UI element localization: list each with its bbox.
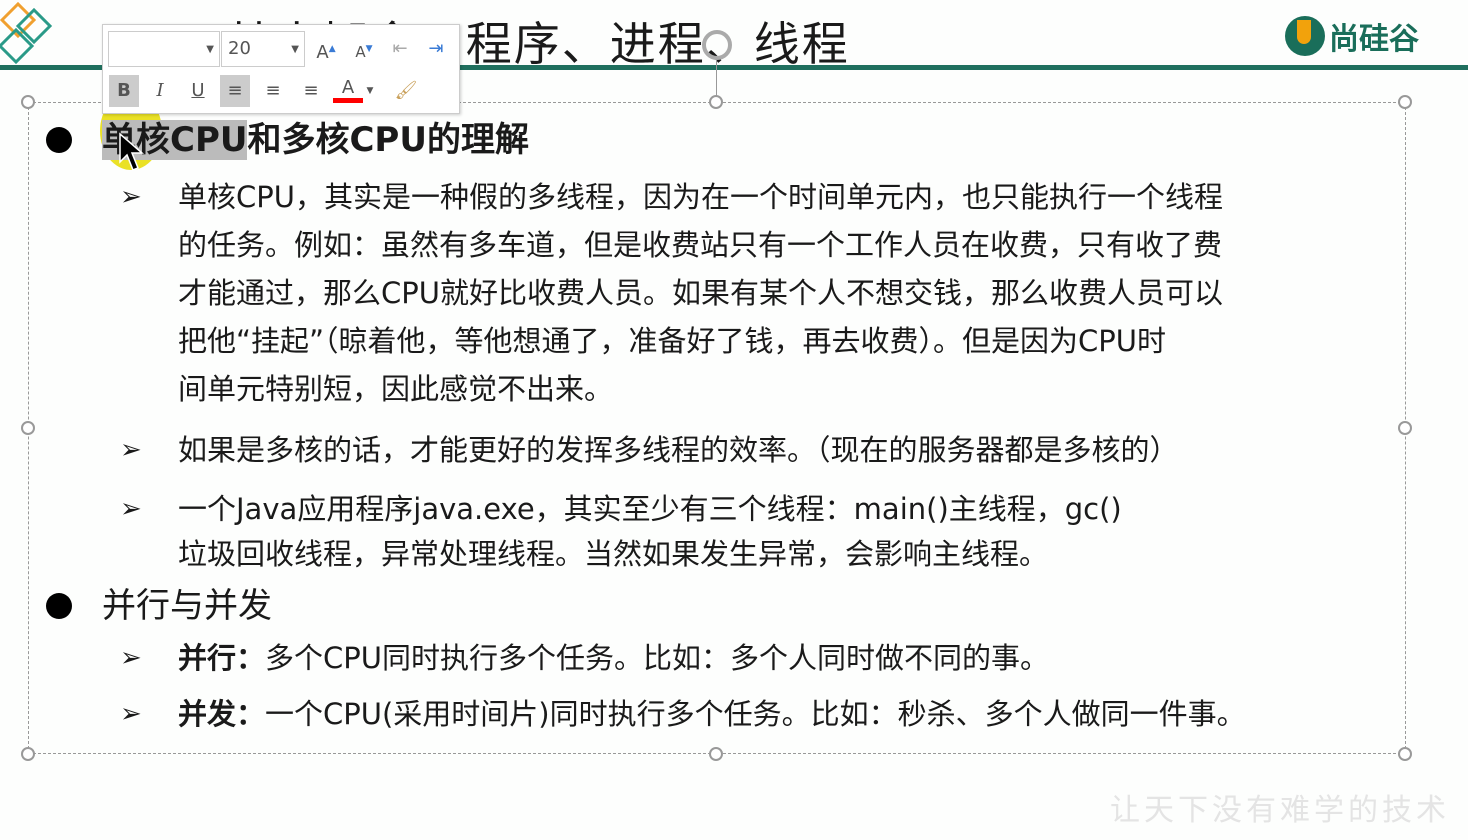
bold-button[interactable]: B: [109, 75, 139, 107]
term: 并发：: [178, 697, 266, 731]
term: 并行：: [178, 641, 266, 675]
line: 才能通过，那么CPU就好比收费人员。如果有某个人不想交钱，那么收费人员可以: [178, 276, 1223, 310]
line: 间单元特别短，因此感觉不出来。: [178, 372, 614, 406]
resize-handle[interactable]: [1398, 421, 1412, 435]
list-item: ➢ 并行：多个CPU同时执行多个任务。比如：多个人同时做不同的事。: [120, 634, 1049, 682]
definition: 一个CPU(采用时间片)同时执行多个任务。比如：秒杀、多个人做同一件事。: [265, 697, 1246, 731]
font-color-button[interactable]: A: [333, 75, 363, 103]
heading-text: 并行与并发: [102, 586, 272, 626]
increase-indent-icon[interactable]: ⇥: [421, 33, 451, 65]
underline-button[interactable]: U: [183, 75, 213, 107]
align-left-icon[interactable]: ≡: [220, 75, 250, 107]
chevron-down-icon: ▼: [206, 44, 214, 55]
list-item: ➢ 单核CPU，其实是一种假的多线程，因为在一个时间单元内，也只能执行一个线程 …: [120, 173, 1223, 413]
arrow-bullet-icon: ➢: [120, 494, 142, 524]
rotate-stem: [716, 60, 717, 96]
mouse-pointer-icon: [119, 132, 144, 171]
list-item: ➢ 并发：一个CPU(采用时间片)同时执行多个任务。比如：秒杀、多个人做同一件事。: [120, 690, 1246, 738]
resize-handle[interactable]: [21, 747, 35, 761]
line: 的任务。例如：虽然有多车道，但是收费站只有一个工作人员在收费，只有收了费: [178, 228, 1223, 262]
font-name-select[interactable]: ▼: [108, 31, 220, 67]
list-item: ➢ 一个Java应用程序java.exe，其实至少有三个线程：main()主线程…: [120, 487, 1122, 577]
decrease-indent-icon[interactable]: ⇤: [385, 33, 415, 65]
line: 垃圾回收线程，异常处理线程。当然如果发生异常，会影响主线程。: [178, 537, 1049, 571]
brand-logo: 尚硅谷: [1285, 14, 1419, 58]
line: 把他“挂起”（晾着他，等他想通了，准备好了钱，再去收费）。但是因为CPU时: [178, 324, 1167, 358]
resize-handle[interactable]: [1398, 747, 1412, 761]
bullet-heading-2: 并行与并发: [46, 578, 272, 627]
resize-handle[interactable]: [709, 95, 723, 109]
logo-text: 尚硅谷: [1329, 22, 1419, 57]
bullet-dot-icon: [46, 127, 72, 153]
line: 如果是多核的话，才能更好的发挥多线程的效率。（现在的服务器都是多核的）: [178, 433, 1179, 467]
align-center-icon[interactable]: ≡: [258, 75, 288, 107]
logo-u-icon: [1285, 16, 1325, 56]
chevron-down-icon[interactable]: ▼: [363, 75, 377, 107]
arrow-bullet-icon: ➢: [120, 435, 142, 465]
definition: 多个CPU同时执行多个任务。比如：多个人同时做不同的事。: [265, 641, 1049, 675]
line: 一个Java应用程序java.exe，其实至少有三个线程：main()主线程，g…: [178, 492, 1122, 526]
font-size-value: 20: [228, 38, 251, 59]
arrow-bullet-icon: ➢: [120, 643, 142, 673]
mini-format-toolbar: ▼ 20 ▼ A▲ A▼ ⇤ ⇥ B I U ≡ ≡ ≡ A ▼ 🖌: [102, 24, 460, 114]
list-item: ➢ 如果是多核的话，才能更好的发挥多线程的效率。（现在的服务器都是多核的）: [120, 426, 1179, 474]
italic-button[interactable]: I: [145, 75, 175, 107]
shrink-font-button[interactable]: A▼: [349, 33, 379, 65]
format-painter-icon[interactable]: 🖌: [391, 75, 421, 107]
line: 单核CPU，其实是一种假的多线程，因为在一个时间单元内，也只能执行一个线程: [178, 180, 1223, 214]
align-right-icon[interactable]: ≡: [296, 75, 326, 107]
bullet-dot-icon: [46, 593, 72, 619]
font-size-select[interactable]: 20 ▼: [221, 31, 305, 67]
resize-handle[interactable]: [709, 747, 723, 761]
arrow-bullet-icon: ➢: [120, 182, 142, 212]
watermark: 让天下没有难学的技术: [1110, 793, 1450, 828]
decor-diamonds-icon: [0, 1, 53, 65]
rotate-handle-icon[interactable]: [702, 30, 732, 60]
resize-handle[interactable]: [21, 421, 35, 435]
resize-handle[interactable]: [1398, 95, 1412, 109]
resize-handle[interactable]: [21, 95, 35, 109]
heading-text: 和多核CPU的理解: [247, 120, 529, 160]
chevron-down-icon: ▼: [291, 44, 299, 55]
arrow-bullet-icon: ➢: [120, 699, 142, 729]
grow-font-button[interactable]: A▲: [311, 33, 341, 65]
